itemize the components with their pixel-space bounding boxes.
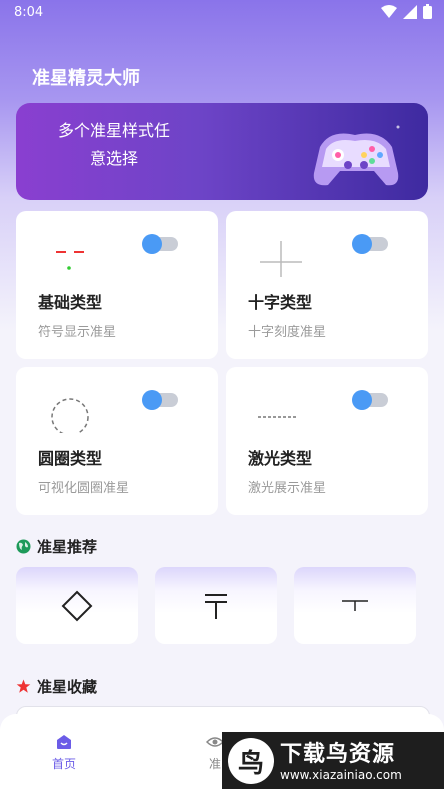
toggle-knob: [142, 390, 162, 410]
card-title: 激光类型: [248, 449, 313, 468]
recommend-item-tbar[interactable]: [155, 567, 277, 644]
toggle-laser[interactable]: [352, 390, 388, 410]
signal-icon: [403, 4, 417, 19]
card-description: 可视化圆圈准星: [38, 481, 130, 496]
section-recommend: 准星推荐: [16, 536, 97, 557]
card-basic[interactable]: 基础类型 符号显示准星: [16, 211, 218, 359]
banner-line-1: 多个准星样式任: [57, 121, 170, 140]
home-icon: [57, 735, 71, 749]
banner-line-2: 意选择: [89, 149, 138, 168]
tab-home[interactable]: 首页: [52, 734, 76, 772]
app-title: 准星精灵大师: [32, 68, 140, 89]
status-bar: 8:04: [0, 0, 444, 26]
battery-icon: [423, 4, 432, 19]
watermark-title: 下载鸟资源: [280, 742, 396, 767]
status-time: 8:04: [14, 5, 44, 20]
recommend-item-tsmall[interactable]: [294, 567, 416, 644]
basic-crosshair-preview: [56, 251, 84, 270]
circle-crosshair-preview: [51, 398, 89, 433]
diamond-crosshair-icon: [61, 590, 93, 621]
toggle-circle[interactable]: [142, 390, 178, 410]
toggle-basic[interactable]: [142, 234, 178, 254]
watermark-logo: 鸟: [228, 738, 274, 784]
banner[interactable]: 多个准星样式任 意选择: [16, 103, 428, 200]
t-small-crosshair-icon: [342, 599, 368, 611]
banner-text: 多个准星样式任 意选择: [44, 117, 184, 173]
card-circle[interactable]: 圆圈类型 可视化圆圈准星: [16, 367, 218, 515]
toggle-knob: [142, 234, 162, 254]
card-title: 基础类型: [38, 293, 103, 312]
toggle-knob: [352, 234, 372, 254]
card-description: 符号显示准星: [38, 325, 117, 340]
watermark-url: www.xiazainiao.com: [280, 768, 402, 782]
card-laser[interactable]: 激光类型 激光展示准星: [226, 367, 428, 515]
star-icon: [16, 679, 31, 693]
section-favorites-label: 准星收藏: [37, 678, 98, 696]
gamepad-icon: [313, 125, 400, 186]
recommend-item-diamond[interactable]: [16, 567, 138, 644]
wifi-icon: [381, 4, 397, 18]
watermark-overlay: 鸟 下载鸟资源 www.xiazainiao.com: [222, 732, 444, 789]
t-crosshair-icon: [205, 593, 227, 619]
laser-crosshair-preview: [258, 416, 298, 418]
card-description: 十字刻度准星: [248, 325, 327, 340]
tab-home-label: 首页: [52, 757, 77, 771]
cross-crosshair-preview: [260, 241, 302, 277]
section-favorites: 准星收藏: [16, 676, 97, 697]
card-title: 十字类型: [248, 293, 313, 312]
card-cross[interactable]: 十字类型 十字刻度准星: [226, 211, 428, 359]
card-description: 激光展示准星: [248, 481, 327, 496]
toggle-cross[interactable]: [352, 234, 388, 254]
section-recommend-label: 准星推荐: [37, 538, 98, 556]
globe-icon: [16, 539, 31, 554]
card-title: 圆圈类型: [38, 449, 103, 468]
toggle-knob: [352, 390, 372, 410]
